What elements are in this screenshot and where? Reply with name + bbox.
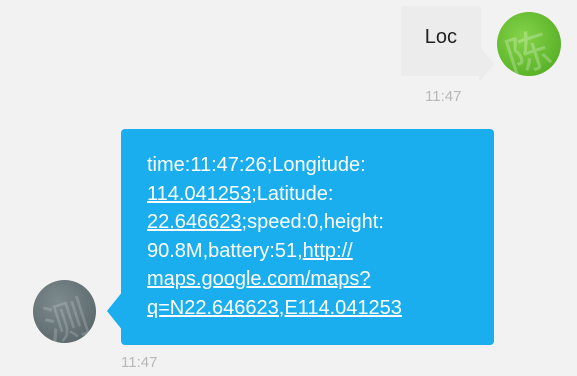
message-text: time:11:47:26;Longitude: <box>147 154 366 176</box>
message-text: 90.8M,battery:51, <box>147 239 303 262</box>
contact-avatar[interactable]: 测 <box>33 280 96 343</box>
longitude-link[interactable]: 114.041253 <box>147 183 251 205</box>
message-thread: Loc 陈 11:47 time:11:47:26;Longitude: 114… <box>0 0 577 376</box>
avatar-glyph: 陈 <box>499 23 558 76</box>
outgoing-message-bubble[interactable]: Loc <box>400 6 496 82</box>
map-url-link[interactable]: q=N22.646623,E114.041253 <box>147 297 402 319</box>
my-avatar[interactable]: 陈 <box>497 12 561 76</box>
avatar-glyph: 测 <box>37 291 96 343</box>
outgoing-message-text: Loc <box>424 26 457 48</box>
incoming-message-time: 11:47 <box>121 354 158 371</box>
outgoing-message-time: 11:47 <box>425 88 462 105</box>
message-text: ;Latitude: <box>251 182 334 205</box>
message-text: ;speed:0,height: <box>241 211 384 233</box>
latitude-link[interactable]: 22.646623 <box>147 211 242 233</box>
map-url-link[interactable]: http:// <box>303 240 353 262</box>
map-url-link[interactable]: maps.google.com/maps? <box>147 268 370 290</box>
incoming-message-bubble[interactable]: time:11:47:26;Longitude: 114.041253;Lati… <box>107 129 494 345</box>
